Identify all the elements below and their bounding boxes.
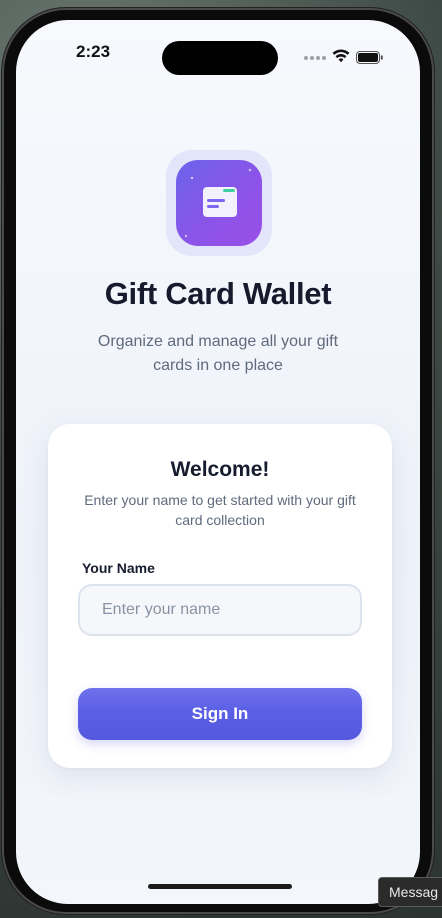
name-input[interactable] [78,584,362,636]
status-time: 2:23 [76,42,111,61]
status-bar: 2:23 [16,20,420,80]
dynamic-island [162,41,278,75]
app-logo [166,150,272,256]
phone-frame: 2:23 Gift Card Wallet Organize and manag… [2,8,434,914]
welcome-description: Enter your name to get started with your… [84,492,356,528]
sign-in-button[interactable]: Sign In [78,688,362,740]
wifi-icon [332,49,350,63]
app-title: Gift Card Wallet [104,276,332,311]
home-indicator[interactable] [148,884,292,889]
tooltip: Messag [378,877,442,907]
battery-icon [356,51,383,64]
sign-in-card: Welcome! Enter your name to get started … [48,424,392,768]
cellular-signal-icon [304,56,326,60]
welcome-heading: Welcome! [170,458,270,481]
name-field-label: Your Name [82,560,155,576]
phone-screen: 2:23 Gift Card Wallet Organize and manag… [16,20,420,904]
app-subtitle: Organize and manage all your gift cards … [97,333,339,374]
gift-card-wallet-icon [176,160,262,246]
